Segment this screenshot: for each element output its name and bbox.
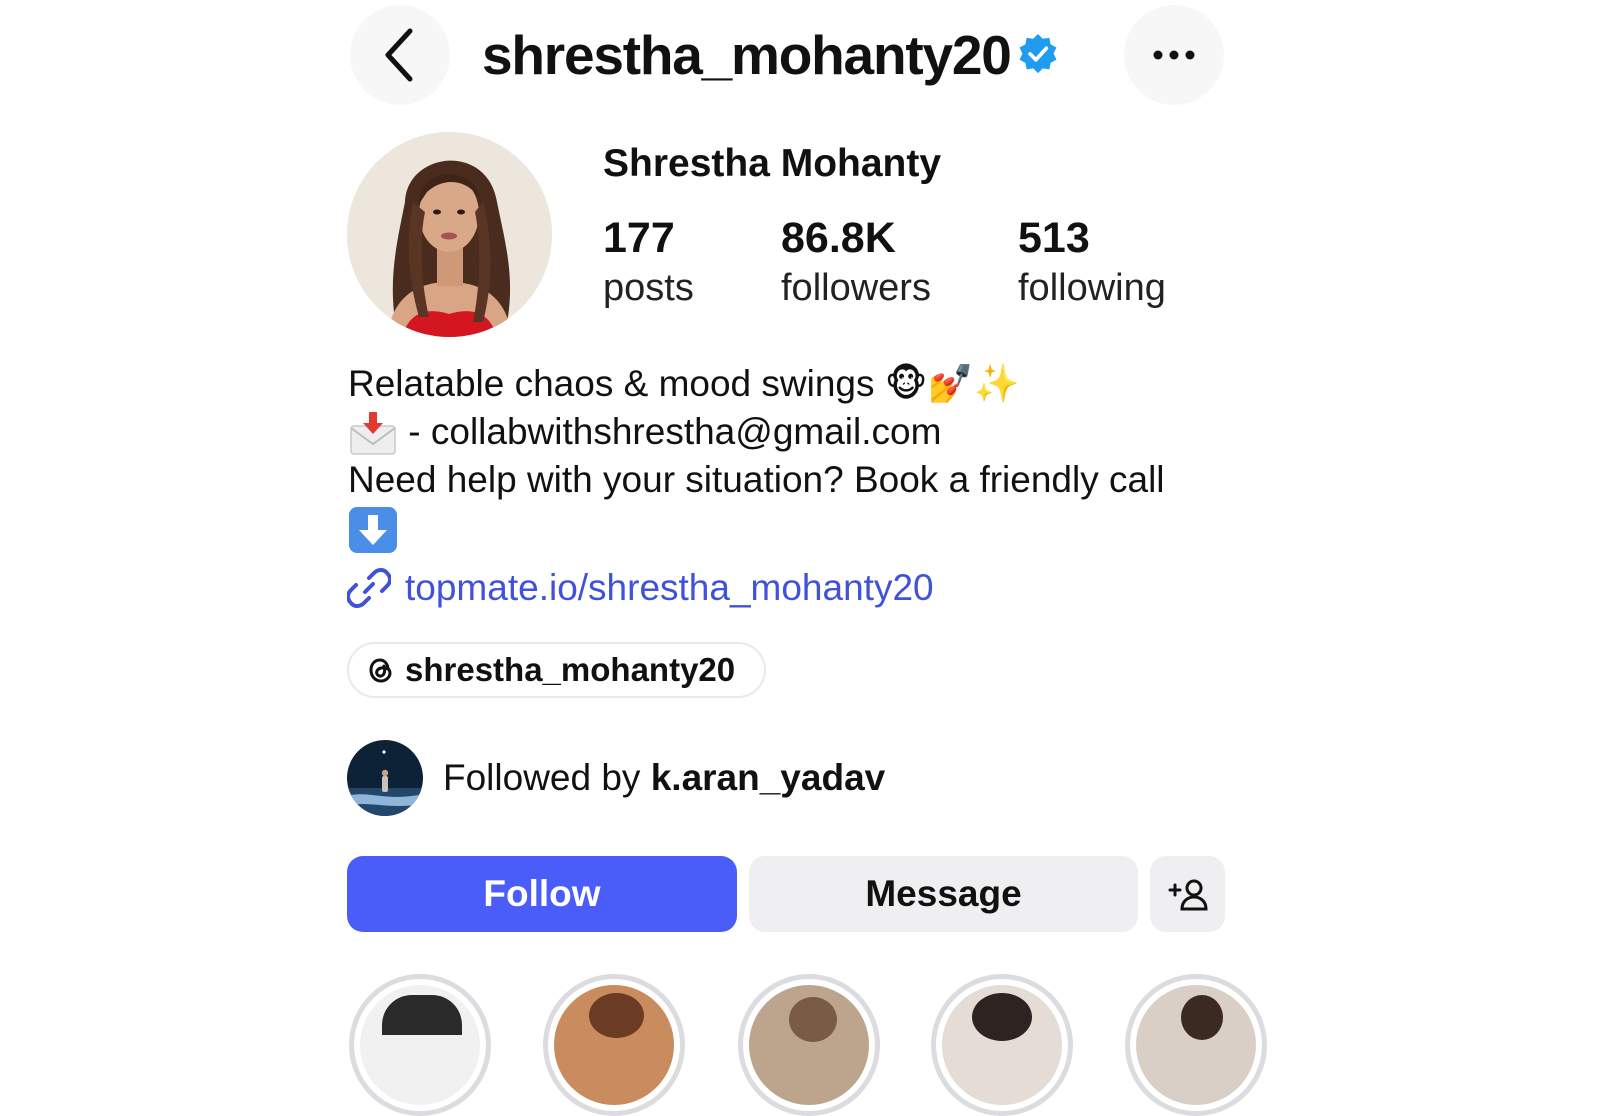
highlight-thumbnail-5 xyxy=(1136,985,1256,1105)
down-arrow-emoji-icon xyxy=(349,507,397,554)
follower-photo-image xyxy=(347,740,423,816)
follow-button[interactable]: Follow xyxy=(347,856,737,932)
verified-badge-icon xyxy=(1019,34,1057,74)
story-highlight-1[interactable] xyxy=(349,974,491,1116)
posts-label: posts xyxy=(603,267,694,309)
highlight-thumbnail-3 xyxy=(749,985,869,1105)
following-label: following xyxy=(1018,267,1166,309)
more-horizontal-icon xyxy=(1153,50,1195,60)
story-highlight-3[interactable] xyxy=(738,974,880,1116)
highlight-thumbnail-2 xyxy=(554,985,674,1105)
follower-avatar[interactable] xyxy=(347,740,423,816)
posts-count: 177 xyxy=(603,214,675,262)
bio-line-1: Relatable chaos & mood swings 🐵💅✨ xyxy=(348,363,1020,404)
display-name: Shrestha Mohanty xyxy=(603,142,942,185)
followed-by-prefix: Followed by xyxy=(443,757,651,798)
bio-link-text[interactable]: topmate.io/shrestha_mohanty20 xyxy=(405,567,934,609)
story-highlight-4[interactable] xyxy=(931,974,1073,1116)
followed-by-text: Followed by k.aran_yadav xyxy=(443,757,885,799)
highlight-thumbnail-1 xyxy=(360,985,480,1105)
chevron-left-icon xyxy=(385,28,413,82)
envelope-emoji-icon xyxy=(350,412,396,455)
followed-by-row[interactable]: Followed by k.aran_yadav xyxy=(347,740,885,816)
story-highlight-2[interactable] xyxy=(543,974,685,1116)
threads-username: shrestha_mohanty20 xyxy=(405,651,736,688)
link-icon xyxy=(347,568,391,608)
followers-count: 86.8K xyxy=(781,214,896,262)
followers-stat[interactable]: 86.8K followers xyxy=(781,214,931,312)
add-person-icon xyxy=(1168,879,1208,911)
suggest-people-button[interactable] xyxy=(1150,856,1225,932)
posts-stat[interactable]: 177 posts xyxy=(603,214,694,312)
bio-line-3: Need help with your situation? Book a fr… xyxy=(348,459,1165,500)
bio-line-2: - collabwithshrestha@gmail.com xyxy=(348,408,941,456)
highlight-thumbnail-4 xyxy=(942,985,1062,1105)
followers-label: followers xyxy=(781,267,931,309)
bio-email-text: - collabwithshrestha@gmail.com xyxy=(398,411,942,452)
threads-badge[interactable]: shrestha_mohanty20 xyxy=(347,642,766,698)
bio-line-4 xyxy=(348,504,398,554)
story-highlight-5[interactable] xyxy=(1125,974,1267,1116)
threads-icon xyxy=(369,658,392,683)
profile-photo-image xyxy=(347,132,552,337)
more-options-button[interactable] xyxy=(1124,5,1224,105)
bio-link[interactable]: topmate.io/shrestha_mohanty20 xyxy=(347,562,934,614)
profile-avatar[interactable] xyxy=(347,132,552,337)
message-button[interactable]: Message xyxy=(749,856,1138,932)
back-button[interactable] xyxy=(350,5,450,105)
following-count: 513 xyxy=(1018,214,1090,262)
header-username: shrestha_mohanty20 xyxy=(482,24,1012,86)
following-stat[interactable]: 513 following xyxy=(1018,214,1166,312)
followed-by-username[interactable]: k.aran_yadav xyxy=(651,757,886,798)
